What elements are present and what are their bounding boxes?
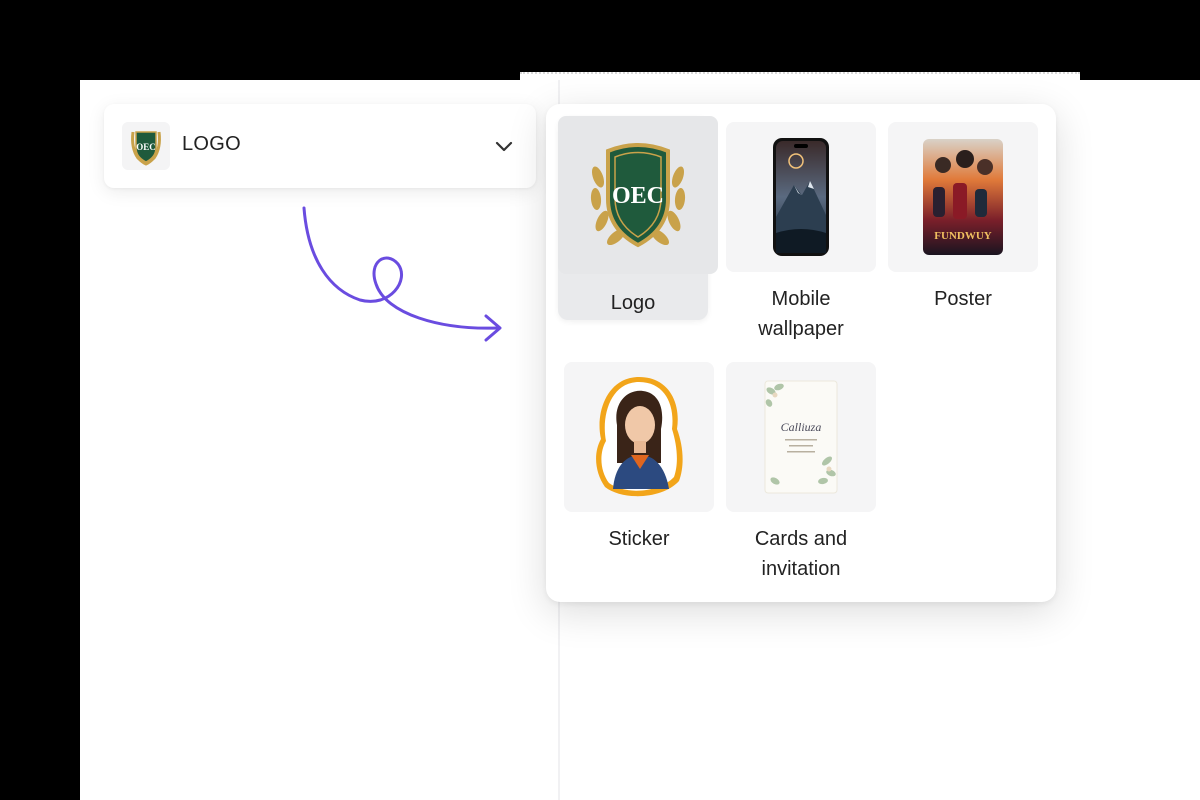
- floral-invitation-card-icon: Calliuza: [726, 362, 876, 512]
- option-logo[interactable]: OEC Logo: [558, 116, 718, 320]
- svg-text:OEC: OEC: [136, 142, 156, 152]
- option-label: Poster: [934, 288, 992, 310]
- phone-mountain-wallpaper-icon: [726, 122, 876, 272]
- movie-poster-icon: FUNDWUY: [888, 122, 1038, 272]
- svg-text:FUNDWUY: FUNDWUY: [934, 230, 991, 242]
- option-label: Cards and invitation: [754, 528, 848, 580]
- option-label: Sticker: [608, 528, 670, 550]
- chevron-down-icon[interactable]: [492, 134, 516, 158]
- svg-text:Calliuza: Calliuza: [781, 420, 822, 434]
- type-select[interactable]: OEC LOGO: [104, 104, 536, 188]
- type-dropdown-menu: OEC Logo Mobile wallpaper FUNDWUY Poster…: [546, 104, 1056, 602]
- woman-portrait-sticker-icon: [564, 362, 714, 512]
- oec-crest-logo-icon: OEC: [122, 122, 170, 170]
- select-label: LOGO: [182, 133, 241, 155]
- option-label: Mobile wallpaper: [758, 288, 844, 340]
- option-sticker[interactable]: Sticker: [564, 362, 714, 554]
- option-mobile-wallpaper[interactable]: Mobile wallpaper: [726, 122, 876, 344]
- option-cards-and-invitation[interactable]: Calliuza Cards and invitation: [726, 362, 876, 584]
- option-poster[interactable]: FUNDWUY Poster: [888, 122, 1038, 314]
- left-panel: [80, 80, 558, 800]
- oec-crest-logo-icon: OEC: [558, 116, 718, 274]
- option-label: Logo: [610, 292, 656, 314]
- curly-arrow-icon: [302, 206, 502, 342]
- svg-text:OEC: OEC: [612, 183, 664, 209]
